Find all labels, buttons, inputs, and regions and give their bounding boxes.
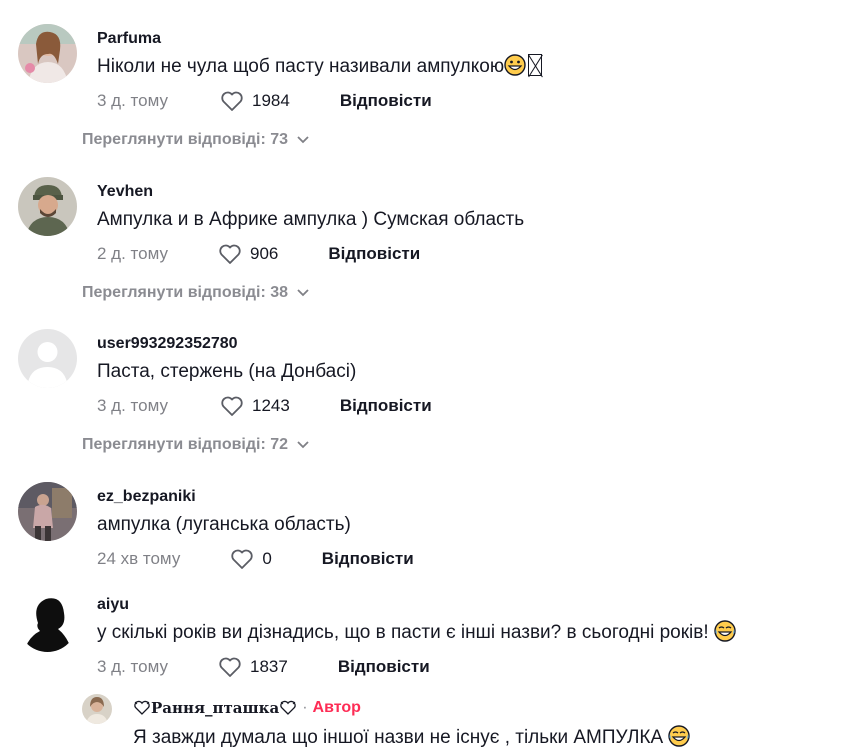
comment-text: ампулка (луганська область) bbox=[97, 514, 351, 535]
heart-outline-icon bbox=[221, 91, 243, 111]
view-replies-label: Переглянути відповіді: 73 bbox=[82, 131, 289, 148]
heart-outline-icon bbox=[219, 657, 241, 677]
heart-decoration-icon bbox=[134, 700, 150, 715]
like-count: 1984 bbox=[251, 91, 290, 110]
view-replies-button[interactable]: Переглянути відповіді: 72 bbox=[82, 436, 310, 454]
heart-outline-icon bbox=[219, 244, 241, 264]
like-button[interactable]: 0 bbox=[230, 548, 272, 570]
comment-time: 24 хв тому bbox=[97, 549, 181, 568]
view-replies-button[interactable]: Переглянути відповіді: 38 bbox=[82, 284, 310, 302]
comment-meta: 3 д. тому 1984 Відповісти bbox=[97, 87, 835, 115]
comment-time: 3 д. тому bbox=[97, 91, 168, 110]
like-button[interactable]: 906 bbox=[218, 243, 278, 265]
separator: · bbox=[302, 699, 308, 716]
like-count: 1243 bbox=[251, 396, 290, 415]
comment-username[interactable]: Yevhen bbox=[97, 182, 835, 202]
like-button[interactable]: 1243 bbox=[220, 395, 290, 417]
like-button[interactable]: 1984 bbox=[220, 90, 290, 112]
comment-time: 3 д. тому bbox=[97, 657, 168, 676]
avatar[interactable] bbox=[18, 593, 77, 652]
avatar[interactable] bbox=[82, 694, 112, 724]
comment-username[interactable]: ez_bezpaniki bbox=[97, 487, 835, 507]
like-count: 0 bbox=[262, 549, 272, 568]
reply-button[interactable]: Відповісти bbox=[338, 657, 430, 677]
comment-text: Паста, стержень (на Донбасі) bbox=[97, 361, 357, 382]
like-count: 1837 bbox=[249, 657, 288, 676]
comment-username[interactable]: Parfuma bbox=[97, 29, 835, 49]
heart-outline-icon bbox=[231, 549, 253, 569]
reply-button[interactable]: Відповісти bbox=[328, 244, 420, 264]
comment-username[interactable]: aiyu bbox=[97, 595, 835, 615]
chevron-down-icon bbox=[297, 441, 309, 449]
like-count: 906 bbox=[249, 244, 279, 263]
comment-text: у скількі років ви дізнадись, що в пасти… bbox=[97, 619, 835, 647]
reply-username-line: Рання_пташка · Автор bbox=[133, 698, 690, 718]
heart-decoration-icon bbox=[280, 700, 296, 715]
chevron-down-icon bbox=[297, 289, 309, 297]
missing-glyph-icon bbox=[528, 54, 543, 76]
heart-outline-icon bbox=[221, 396, 243, 416]
reply-button[interactable]: Відповісти bbox=[340, 91, 432, 111]
reply-button[interactable]: Відповісти bbox=[340, 396, 432, 416]
view-replies-label: Переглянути відповіді: 72 bbox=[82, 436, 289, 453]
reply-button[interactable]: Відповісти bbox=[322, 549, 414, 569]
view-replies-button[interactable]: Переглянути відповіді: 73 bbox=[82, 131, 310, 149]
comment-text: Ніколи не чула щоб пасту називали ампулк… bbox=[97, 53, 835, 81]
grinning-emoji-icon bbox=[504, 54, 526, 76]
avatar[interactable] bbox=[18, 177, 77, 236]
comment-time: 2 д. тому bbox=[97, 244, 168, 263]
comment-meta: 2 д. тому 906 Відповісти bbox=[97, 240, 835, 268]
reply-text: Я завжди думала що іншої назви не існує … bbox=[133, 724, 691, 748]
like-button[interactable]: 1837 bbox=[218, 656, 288, 678]
comment-meta: 3 д. тому 1837 Відповісти bbox=[97, 653, 835, 681]
comment-meta: 24 хв тому 0 Відповісти bbox=[97, 545, 835, 573]
comment-meta: 3 д. тому 1243 Відповісти bbox=[97, 392, 835, 420]
comment-username[interactable]: user993292352780 bbox=[97, 334, 835, 354]
chevron-down-icon bbox=[297, 136, 309, 144]
view-replies-label: Переглянути відповіді: 38 bbox=[82, 284, 289, 301]
tears-of-joy-emoji-icon bbox=[714, 620, 736, 642]
comment-time: 3 д. тому bbox=[97, 396, 168, 415]
avatar[interactable] bbox=[18, 24, 77, 83]
reply-username[interactable]: Рання_пташка bbox=[151, 698, 279, 718]
avatar[interactable] bbox=[18, 482, 77, 541]
grinning-emoji-icon bbox=[668, 725, 691, 747]
avatar[interactable] bbox=[18, 329, 77, 388]
author-badge: Автор bbox=[312, 699, 361, 716]
comment-text: Ампулка и в Африке ампулка ) Сумская обл… bbox=[97, 209, 525, 230]
